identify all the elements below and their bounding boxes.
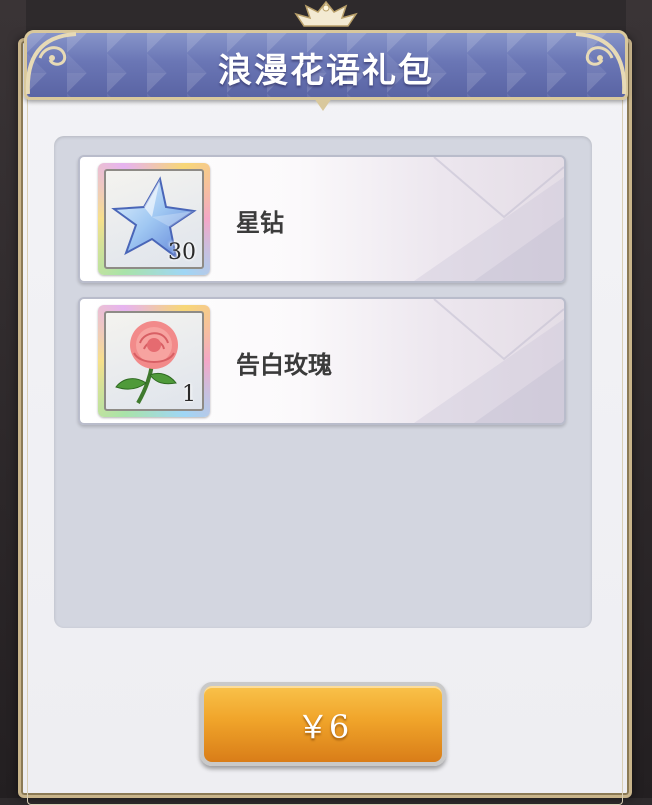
- purchase-button[interactable]: ￥6: [200, 682, 446, 766]
- dialog-title: 浪漫花语礼包: [218, 51, 434, 91]
- item-frame[interactable]: 1: [98, 305, 210, 417]
- item-background-decoration: [414, 299, 564, 423]
- dialog-header: 浪漫花语礼包: [24, 30, 628, 100]
- list-item: 30 星钻: [78, 155, 566, 283]
- item-background-decoration: [414, 157, 564, 281]
- item-quantity: 1: [182, 382, 196, 407]
- item-quantity: 30: [168, 240, 196, 265]
- header-pointer-icon: [314, 98, 332, 111]
- corner-swirl-icon: [575, 32, 627, 95]
- price-label: ￥6: [296, 708, 350, 746]
- item-frame[interactable]: 30: [98, 163, 210, 275]
- item-name: 星钻: [236, 209, 284, 237]
- list-item: 1 告白玫瑰: [78, 297, 566, 425]
- crown-ornament-icon: [294, 0, 358, 27]
- corner-swirl-icon: [25, 32, 77, 95]
- item-name: 告白玫瑰: [236, 351, 332, 379]
